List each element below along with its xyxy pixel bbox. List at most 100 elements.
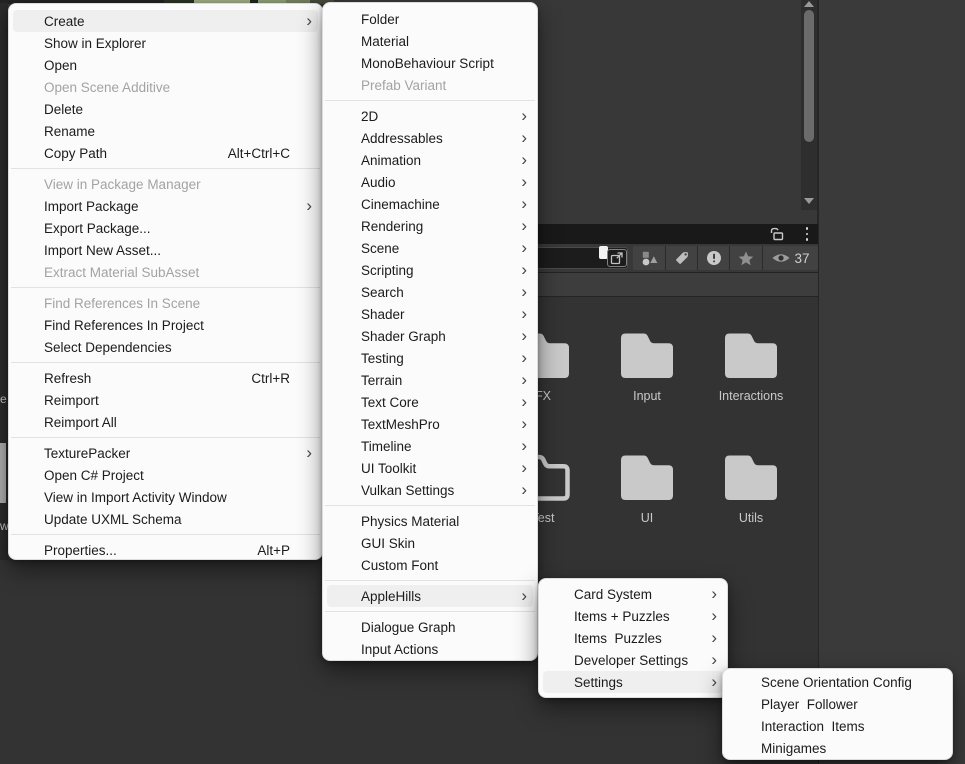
submenu-arrow-icon: › [300, 11, 312, 31]
open-in-window-icon[interactable] [607, 249, 627, 267]
folder-input[interactable]: Input [599, 327, 695, 403]
menu-item-label: GUI Skin [361, 536, 415, 551]
menu-separator [325, 580, 535, 581]
create-submenu: FolderMaterialMonoBehaviour ScriptPrefab… [322, 2, 538, 661]
kebab-menu-icon[interactable] [800, 226, 814, 242]
menu-item-animation[interactable]: Animation› [323, 149, 537, 171]
menu-item-properties[interactable]: Properties...Alt+P [9, 539, 322, 561]
menu-item-developer-settings[interactable]: Developer Settings › [539, 649, 727, 671]
context-menu: Create›Show in ExplorerOpenOpen Scene Ad… [8, 3, 323, 560]
menu-item-vulkan-settings[interactable]: Vulkan Settings› [323, 479, 537, 501]
menu-item-label: Extract Material SubAsset [44, 265, 199, 280]
menu-item-card-system[interactable]: Card System› [539, 583, 727, 605]
submenu-arrow-icon: › [515, 172, 527, 192]
menu-item-open-scene-additive: Open Scene Additive [9, 76, 322, 98]
unlock-icon[interactable] [768, 226, 786, 242]
menu-item-refresh[interactable]: RefreshCtrl+R [9, 367, 322, 389]
menu-item-label: Terrain [361, 373, 402, 388]
warnings-icon[interactable] [697, 246, 729, 270]
submenu-arrow-icon: › [705, 650, 717, 670]
menu-item-label: Addressables [361, 131, 443, 146]
folder-label: UI [599, 511, 695, 525]
menu-item-texturepacker[interactable]: TexturePacker› [9, 442, 322, 464]
menu-item-label: Import New Asset... [44, 243, 161, 258]
menu-item-reimport[interactable]: Reimport [9, 389, 322, 411]
menu-item-label: Scene Orientation Config [761, 675, 912, 690]
menu-item-interaction-items[interactable]: Interaction Items [723, 715, 952, 737]
scroll-down-icon[interactable] [804, 198, 814, 204]
menu-item-label: TextMeshPro [361, 417, 440, 432]
menu-item-text-core[interactable]: Text Core› [323, 391, 537, 413]
menu-item-material[interactable]: Material [323, 30, 537, 52]
folder-label: Utils [703, 511, 799, 525]
menu-item-search[interactable]: Search› [323, 281, 537, 303]
menu-item-audio[interactable]: Audio› [323, 171, 537, 193]
menu-item-label: Export Package... [44, 221, 151, 236]
menu-item-terrain[interactable]: Terrain› [323, 369, 537, 391]
menu-item-shader[interactable]: Shader› [323, 303, 537, 325]
menu-item-dialogue-graph[interactable]: Dialogue Graph [323, 616, 537, 638]
menu-item-applehills[interactable]: AppleHills› [323, 585, 537, 607]
folder-ui[interactable]: UI [599, 449, 695, 525]
menu-item-physics-material[interactable]: Physics Material [323, 510, 537, 532]
menu-item-folder[interactable]: Folder [323, 8, 537, 30]
menu-item-ui-toolkit[interactable]: UI Toolkit› [323, 457, 537, 479]
folder-icon [703, 327, 799, 385]
visibility-eye-icon[interactable]: 37 [762, 246, 818, 270]
scrollbar-thumb[interactable] [804, 10, 814, 142]
menu-item-find-references-in-project[interactable]: Find References In Project [9, 314, 322, 336]
menu-item-label: View in Import Activity Window [44, 490, 227, 505]
menu-item-open[interactable]: Open [9, 54, 322, 76]
menu-item-rendering[interactable]: Rendering› [323, 215, 537, 237]
menu-item-label: Shader Graph [361, 329, 446, 344]
menu-item-testing[interactable]: Testing› [323, 347, 537, 369]
menu-item-cinemachine[interactable]: Cinemachine› [323, 193, 537, 215]
menu-item-open-c-project[interactable]: Open C# Project [9, 464, 322, 486]
menu-item-custom-font[interactable]: Custom Font [323, 554, 537, 576]
menu-item-monobehaviour-script[interactable]: MonoBehaviour Script [323, 52, 537, 74]
menu-item-import-new-asset[interactable]: Import New Asset... [9, 239, 322, 261]
menu-item-update-uxml-schema[interactable]: Update UXML Schema [9, 508, 322, 530]
submenu-arrow-icon: › [515, 480, 527, 500]
filter-by-label-icon[interactable] [665, 246, 697, 270]
menu-item-minigames[interactable]: Minigames [723, 737, 952, 759]
menu-item-settings[interactable]: Settings› [539, 671, 727, 693]
folder-interactions[interactable]: Interactions [703, 327, 799, 403]
menu-item-label: Developer Settings [574, 653, 688, 668]
menu-item-addressables[interactable]: Addressables› [323, 127, 537, 149]
favorites-star-icon[interactable] [729, 246, 762, 270]
menu-item-label: Scripting [361, 263, 414, 278]
menu-item-input-actions[interactable]: Input Actions [323, 638, 537, 660]
menu-item-textmeshpro[interactable]: TextMeshPro› [323, 413, 537, 435]
menu-item-rename[interactable]: Rename [9, 120, 322, 142]
toolbar-filter-buttons: 37 [633, 246, 818, 270]
menu-item-show-in-explorer[interactable]: Show in Explorer [9, 32, 322, 54]
menu-item-import-package[interactable]: Import Package› [9, 195, 322, 217]
menu-item-scene[interactable]: Scene› [323, 237, 537, 259]
menu-item-scene-orientation-config[interactable]: Scene Orientation Config [723, 671, 952, 693]
filter-by-type-icon[interactable] [633, 246, 665, 270]
scroll-up-icon[interactable] [804, 1, 814, 7]
menu-item-reimport-all[interactable]: Reimport All [9, 411, 322, 433]
menu-item-export-package[interactable]: Export Package... [9, 217, 322, 239]
menu-item-2d[interactable]: 2D› [323, 105, 537, 127]
menu-item-copy-path[interactable]: Copy PathAlt+Ctrl+C [9, 142, 322, 164]
submenu-arrow-icon: › [515, 150, 527, 170]
folder-utils[interactable]: Utils [703, 449, 799, 525]
menu-item-select-dependencies[interactable]: Select Dependencies [9, 336, 322, 358]
menu-item-label: Copy Path [44, 146, 107, 161]
menu-item-timeline[interactable]: Timeline› [323, 435, 537, 457]
menu-item-shader-graph[interactable]: Shader Graph› [323, 325, 537, 347]
menu-item-delete[interactable]: Delete [9, 98, 322, 120]
menu-item-create[interactable]: Create› [9, 10, 322, 32]
menu-item-items-puzzles[interactable]: Items Puzzles› [539, 627, 727, 649]
menu-item-player-follower[interactable]: Player Follower [723, 693, 952, 715]
menu-item-label: Items + Puzzles [574, 609, 670, 624]
folder-icon [599, 327, 695, 385]
folder-label: Input [599, 389, 695, 403]
menu-item-items-puzzles[interactable]: Items + Puzzles› [539, 605, 727, 627]
menu-item-view-in-import-activity-window[interactable]: View in Import Activity Window [9, 486, 322, 508]
menu-item-gui-skin[interactable]: GUI Skin [323, 532, 537, 554]
submenu-arrow-icon: › [515, 392, 527, 412]
menu-item-scripting[interactable]: Scripting› [323, 259, 537, 281]
